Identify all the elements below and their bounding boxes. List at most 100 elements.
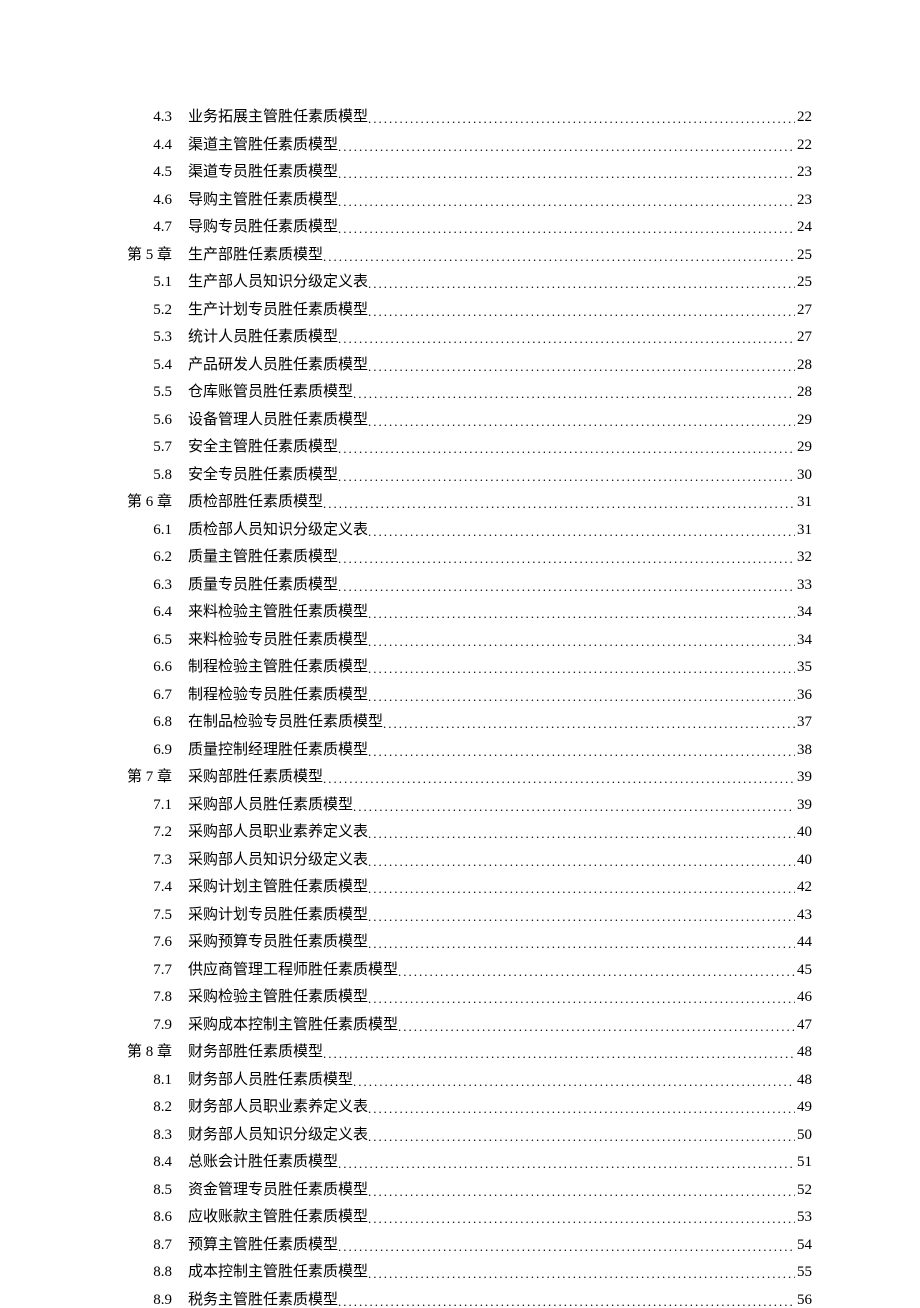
toc-leader-dots <box>323 497 795 510</box>
toc-page-number: 28 <box>795 358 812 373</box>
toc-number: 4.7 <box>108 220 188 235</box>
toc-page-number: 43 <box>795 908 812 923</box>
toc-title: 质量主管胜任素质模型 <box>188 550 338 565</box>
toc-title: 税务主管胜任素质模型 <box>188 1293 338 1308</box>
toc-number: 7.2 <box>108 825 188 840</box>
toc-number: 5.1 <box>108 275 188 290</box>
toc-title: 业务拓展主管胜任素质模型 <box>188 110 368 125</box>
toc-leader-dots <box>368 112 795 125</box>
toc-entry: 7.7供应商管理工程师胜任素质模型45 <box>108 963 812 978</box>
toc-page-number: 45 <box>795 963 812 978</box>
toc-number: 6.4 <box>108 605 188 620</box>
toc-page-number: 25 <box>795 248 812 263</box>
toc-title: 安全专员胜任素质模型 <box>188 468 338 483</box>
toc-page-number: 39 <box>795 770 812 785</box>
toc-entry: 第 5 章生产部胜任素质模型25 <box>108 248 812 263</box>
toc-leader-dots <box>338 1295 795 1308</box>
toc-entry: 第 8 章财务部胜任素质模型48 <box>108 1045 812 1060</box>
toc-title: 制程检验专员胜任素质模型 <box>188 688 368 703</box>
toc-number: 8.3 <box>108 1128 188 1143</box>
toc-title: 供应商管理工程师胜任素质模型 <box>188 963 398 978</box>
toc-entry: 7.9采购成本控制主管胜任素质模型47 <box>108 1018 812 1033</box>
toc-page-number: 51 <box>795 1155 812 1170</box>
toc-page-number: 33 <box>795 578 812 593</box>
toc-number: 第 7 章 <box>108 770 188 785</box>
toc-title: 设备管理人员胜任素质模型 <box>188 413 368 428</box>
toc-leader-dots <box>398 1020 795 1033</box>
toc-title: 质量专员胜任素质模型 <box>188 578 338 593</box>
toc-leader-dots <box>368 855 795 868</box>
toc-leader-dots <box>338 140 795 153</box>
toc-title: 统计人员胜任素质模型 <box>188 330 338 345</box>
toc-leader-dots <box>338 442 795 455</box>
toc-title: 仓库账管员胜任素质模型 <box>188 385 353 400</box>
toc-title: 采购部人员职业素养定义表 <box>188 825 368 840</box>
toc-number: 8.1 <box>108 1073 188 1088</box>
toc-page-number: 35 <box>795 660 812 675</box>
toc-number: 8.8 <box>108 1265 188 1280</box>
toc-title: 资金管理专员胜任素质模型 <box>188 1183 368 1198</box>
toc-number: 第 8 章 <box>108 1045 188 1060</box>
toc-page-number: 34 <box>795 605 812 620</box>
toc-entry: 4.6导购主管胜任素质模型23 <box>108 193 812 208</box>
toc-number: 6.3 <box>108 578 188 593</box>
toc-title: 导购专员胜任素质模型 <box>188 220 338 235</box>
toc-leader-dots <box>368 1102 795 1115</box>
toc-page-number: 52 <box>795 1183 812 1198</box>
toc-entry: 6.6制程检验主管胜任素质模型35 <box>108 660 812 675</box>
toc-title: 财务部人员知识分级定义表 <box>188 1128 368 1143</box>
toc-leader-dots <box>338 1157 795 1170</box>
toc-leader-dots <box>338 222 795 235</box>
toc-number: 5.3 <box>108 330 188 345</box>
toc-leader-dots <box>338 195 795 208</box>
toc-entry: 5.6设备管理人员胜任素质模型29 <box>108 413 812 428</box>
toc-entry: 4.7导购专员胜任素质模型24 <box>108 220 812 235</box>
toc-leader-dots <box>368 607 795 620</box>
toc-entry: 7.5采购计划专员胜任素质模型43 <box>108 908 812 923</box>
toc-leader-dots <box>338 167 795 180</box>
toc-leader-dots <box>368 360 795 373</box>
toc-entry: 8.1财务部人员胜任素质模型48 <box>108 1073 812 1088</box>
toc-leader-dots <box>338 580 795 593</box>
toc-entry: 6.5来料检验专员胜任素质模型34 <box>108 633 812 648</box>
toc-page-number: 23 <box>795 193 812 208</box>
toc-page-number: 47 <box>795 1018 812 1033</box>
toc-leader-dots <box>368 662 795 675</box>
toc-number: 4.5 <box>108 165 188 180</box>
toc-entry: 5.2生产计划专员胜任素质模型27 <box>108 303 812 318</box>
toc-number: 7.4 <box>108 880 188 895</box>
toc-title: 渠道主管胜任素质模型 <box>188 138 338 153</box>
toc-leader-dots <box>368 277 795 290</box>
toc-title: 质检部胜任素质模型 <box>188 495 323 510</box>
toc-title: 采购计划专员胜任素质模型 <box>188 908 368 923</box>
toc-number: 4.6 <box>108 193 188 208</box>
toc-entry: 7.2采购部人员职业素养定义表40 <box>108 825 812 840</box>
toc-entry: 5.5仓库账管员胜任素质模型28 <box>108 385 812 400</box>
toc-number: 4.4 <box>108 138 188 153</box>
toc-page-number: 22 <box>795 110 812 125</box>
toc-number: 7.8 <box>108 990 188 1005</box>
toc-page-number: 37 <box>795 715 812 730</box>
toc-page-number: 29 <box>795 440 812 455</box>
toc-page-number: 22 <box>795 138 812 153</box>
toc-leader-dots <box>368 882 795 895</box>
toc-number: 6.6 <box>108 660 188 675</box>
toc-leader-dots <box>323 250 795 263</box>
toc-page-number: 50 <box>795 1128 812 1143</box>
toc-page-number: 31 <box>795 523 812 538</box>
toc-title: 质检部人员知识分级定义表 <box>188 523 368 538</box>
toc-entry: 第 7 章采购部胜任素质模型39 <box>108 770 812 785</box>
toc-page-number: 54 <box>795 1238 812 1253</box>
toc-number: 8.6 <box>108 1210 188 1225</box>
toc-entry: 7.3采购部人员知识分级定义表40 <box>108 853 812 868</box>
toc-leader-dots <box>368 525 795 538</box>
toc-number: 6.9 <box>108 743 188 758</box>
toc-page-number: 38 <box>795 743 812 758</box>
toc-title: 财务部人员职业素养定义表 <box>188 1100 368 1115</box>
toc-number: 7.6 <box>108 935 188 950</box>
toc-leader-dots <box>353 387 795 400</box>
toc-number: 5.8 <box>108 468 188 483</box>
toc-number: 第 5 章 <box>108 248 188 263</box>
toc-title: 采购部人员知识分级定义表 <box>188 853 368 868</box>
toc-entry: 8.9税务主管胜任素质模型56 <box>108 1293 812 1308</box>
